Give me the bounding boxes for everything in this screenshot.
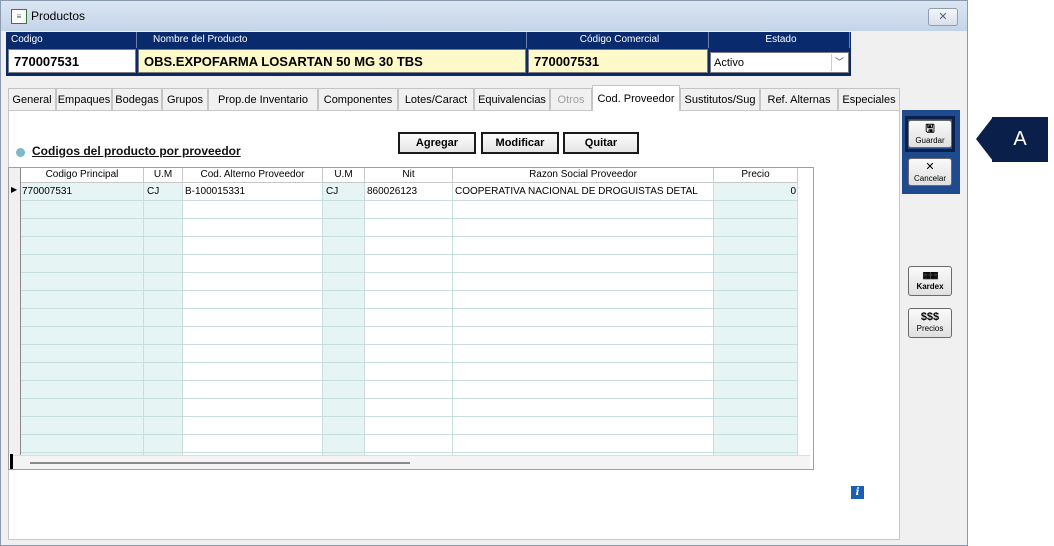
col-header-codigo-principal[interactable]: Codigo Principal [21,168,144,183]
col-header-um-2[interactable]: U.M [323,168,365,183]
dollar-icon: $$$ [920,311,940,323]
cell-razon-social[interactable]: COOPERATIVA NACIONAL DE DROGUISTAS DETAL [455,184,712,199]
table-row[interactable] [9,255,798,273]
scrollbar-left-marker [10,454,13,469]
estado-select[interactable]: Activo ﹀ [710,52,849,73]
table-row[interactable] [9,327,798,345]
codigo-comercial-field[interactable]: 770007531 [528,49,708,73]
col-header-um[interactable]: U.M [144,168,183,183]
tab-sustitutos[interactable]: Sustitutos/Sug [680,88,760,110]
chevron-down-icon[interactable]: ﹀ [831,54,847,71]
table-row[interactable] [9,345,798,363]
cell-cod-alterno[interactable]: B-100015331 [185,184,321,199]
tab-componentes[interactable]: Componentes [318,88,398,110]
tab-empaques[interactable]: Empaques [56,88,112,110]
cell-precio[interactable]: 0 [716,184,796,199]
cancelar-button[interactable]: ✕ Cancelar [908,158,952,186]
codigo-comercial-label: Código Comercial [527,32,709,48]
modificar-button[interactable]: Modificar [481,132,559,154]
cancelar-label: Cancelar [913,174,946,183]
precios-button[interactable]: $$$ Precios [908,308,952,338]
section-title: Codigos del producto por proveedor [32,144,241,158]
table-row[interactable] [9,399,798,417]
kardex-button[interactable]: ▦▦ Kardex [908,266,952,296]
table-row[interactable] [9,417,798,435]
estado-value: Activo [714,57,744,69]
precios-label: Precios [916,324,944,333]
table-row[interactable] [9,435,798,453]
app-icon: ≡ [11,9,27,24]
close-button[interactable]: ✕ [928,8,958,26]
tab-grupos[interactable]: Grupos [162,88,208,110]
proveedor-grid[interactable]: ▶ Codigo Principal U.M Cod. Alterno Prov… [8,167,814,470]
window-title: Productos [31,9,86,23]
table-row[interactable] [9,237,798,255]
cell-um[interactable]: CJ [147,184,181,199]
section-bullet-icon [16,148,25,157]
kardex-label: Kardex [916,282,944,291]
row-selector-column[interactable] [9,168,21,455]
tab-equivalencias[interactable]: Equivalencias [474,88,550,110]
table-row[interactable] [9,291,798,309]
table-row[interactable] [9,309,798,327]
tab-ref-alternas[interactable]: Ref. Alternas [760,88,838,110]
horizontal-scrollbar[interactable] [10,455,810,469]
col-header-nit[interactable]: Nit [365,168,453,183]
nombre-label: Nombre del Producto [137,32,527,48]
tab-prop-inventario[interactable]: Prop.de Inventario [208,88,318,110]
cell-codigo-principal[interactable]: 770007531 [22,184,142,199]
tab-general[interactable]: General [8,88,56,110]
table-row[interactable] [9,219,798,237]
tab-especiales[interactable]: Especiales [838,88,900,110]
info-icon[interactable]: i [851,486,864,499]
scrollbar-thumb[interactable] [30,462,410,464]
callout-a: A [976,117,1048,162]
col-header-cod-alterno[interactable]: Cod. Alterno Proveedor [183,168,323,183]
estado-label: Estado [709,32,850,48]
codigo-field[interactable]: 770007531 [8,49,136,73]
scissors-icon: ✕ [925,161,935,173]
cell-um-2[interactable]: CJ [326,184,364,199]
agregar-button[interactable]: Agregar [398,132,476,154]
current-row-icon: ▶ [11,185,18,194]
quitar-button[interactable]: Quitar [563,132,639,154]
table-row[interactable] [9,363,798,381]
table-row[interactable] [9,201,798,219]
codigo-label: Codigo [7,32,137,48]
tab-otros: Otros [550,88,592,110]
keyboard-icon: ▦▦ [922,270,938,280]
title-bar: ≡ Productos ✕ [1,1,967,31]
cell-nit[interactable]: 860026123 [367,184,451,199]
guardar-highlight [905,116,955,152]
callout-label: A [1013,128,1027,150]
table-row[interactable] [9,273,798,291]
tab-lotes-caract[interactable]: Lotes/Caract [398,88,474,110]
tab-bodegas[interactable]: Bodegas [112,88,162,110]
nombre-field[interactable]: OBS.EXPOFARMA LOSARTAN 50 MG 30 TBS [138,49,526,73]
col-header-precio[interactable]: Precio [714,168,798,183]
col-header-razon-social[interactable]: Razon Social Proveedor [453,168,714,183]
callout-arrow-icon [976,117,993,161]
tab-cod-proveedor[interactable]: Cod. Proveedor [592,85,680,111]
table-row[interactable] [9,381,798,399]
